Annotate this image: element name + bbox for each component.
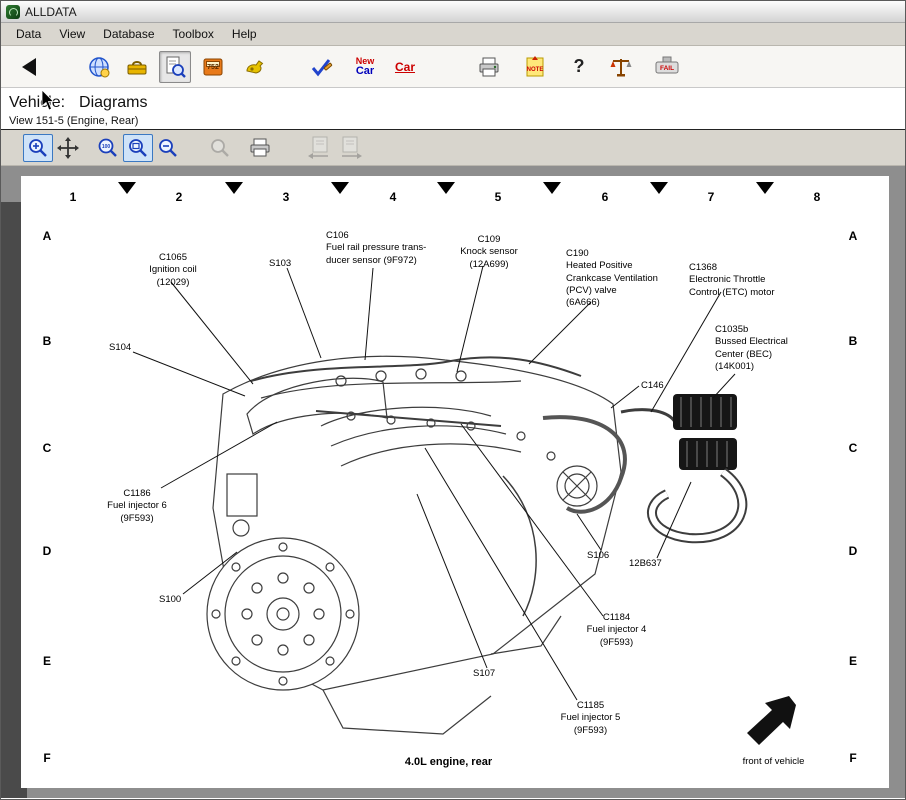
label-s104: S104 <box>109 342 149 354</box>
document-magnifier-icon <box>163 55 187 79</box>
label-c1035b: C1035b Bussed Electrical Center (BEC) (1… <box>715 324 825 373</box>
fail-label: FAIL <box>660 65 674 72</box>
help-button[interactable]: ? <box>563 51 595 83</box>
main-toolbar: 752 New Car Car <box>1 46 905 88</box>
alldata-window: ALLDATA Data View Database Toolbox Help <box>0 0 906 800</box>
printer-icon <box>477 55 501 79</box>
label-s107: S107 <box>473 668 513 680</box>
oil-can-icon <box>243 55 267 79</box>
zoom-window-icon <box>127 137 149 159</box>
label-s106: S106 <box>587 550 627 562</box>
zoom-out-icon <box>157 137 179 159</box>
zoom-window-button[interactable] <box>123 134 153 162</box>
car-button[interactable]: Car <box>389 51 421 83</box>
label-c190: C190 Heated Positive Crankcase Ventilati… <box>566 248 691 310</box>
front-of-vehicle-label: front of vehicle <box>711 756 836 767</box>
car-label: Car <box>395 61 415 73</box>
menu-help[interactable]: Help <box>223 24 266 44</box>
print-diagram-button[interactable] <box>245 134 275 162</box>
notes-editor-button[interactable] <box>305 51 337 83</box>
label-c1185: C1185 Fuel injector 5 (9F593) <box>543 700 638 737</box>
label-c146: C146 <box>641 380 681 392</box>
label-c109: C109 Knock sensor (12A699) <box>449 234 529 271</box>
diagram-page[interactable]: 1 2 3 4 5 6 7 8 A B C D E F A B <box>21 176 889 788</box>
measures-button[interactable] <box>605 51 637 83</box>
next-view-button[interactable] <box>335 134 365 162</box>
print-button[interactable] <box>473 51 505 83</box>
label-c1186: C1186 Fuel injector 6 (9F593) <box>87 488 187 525</box>
globe-icon <box>87 55 111 79</box>
vehicle-select-button[interactable] <box>83 51 115 83</box>
label-12b637: 12B637 <box>629 558 684 570</box>
diagram-viewport[interactable]: 1 2 3 4 5 6 7 8 A B C D E F A B <box>1 166 905 798</box>
menu-toolbox[interactable]: Toolbox <box>164 24 223 44</box>
zoom-toolbar: 100 <box>1 130 905 166</box>
note-label: NOTE <box>527 67 544 73</box>
fluids-button[interactable] <box>239 51 271 83</box>
label-c1184: C1184 Fuel injector 4 (9F593) <box>569 612 664 649</box>
menu-database[interactable]: Database <box>94 24 163 44</box>
printer-small-icon <box>249 137 271 159</box>
calculator-label: 752 <box>207 64 219 71</box>
label-c1065: C1065 Ignition coil (12029) <box>113 252 233 289</box>
zoom-in-button[interactable] <box>23 134 53 162</box>
zoom-in-icon <box>27 137 49 159</box>
diagram-caption: 4.0L engine, rear <box>341 756 556 768</box>
front-of-vehicle-arrow-icon <box>747 696 796 745</box>
calculator-button[interactable]: 752 <box>197 51 229 83</box>
titlebar: ALLDATA <box>1 1 905 23</box>
back-arrow-icon <box>22 58 36 76</box>
back-button[interactable] <box>13 51 45 83</box>
scales-icon <box>609 55 633 79</box>
zoom-100-icon: 100 <box>97 137 119 159</box>
magnifier-disabled-icon <box>209 137 231 159</box>
label-s103: S103 <box>269 258 309 270</box>
zoom-100-button[interactable]: 100 <box>93 134 123 162</box>
label-c106: C106 Fuel rail pressure trans- ducer sen… <box>326 230 451 267</box>
new-car-label-bottom: Car <box>356 66 374 77</box>
zoom-out-button[interactable] <box>153 134 183 162</box>
new-car-icon: New Car <box>356 57 375 77</box>
pencil-check-icon <box>309 55 333 79</box>
menu-view[interactable]: View <box>50 24 94 44</box>
question-mark-icon: ? <box>574 56 585 77</box>
label-c1368: C1368 Electronic Throttle Control (ETC) … <box>689 262 807 299</box>
view-info: View 151-5 (Engine, Rear) <box>9 115 897 127</box>
toolbox-button[interactable] <box>121 51 153 83</box>
new-car-button[interactable]: New Car <box>349 51 381 83</box>
toolbox-icon <box>125 55 149 79</box>
page-header: Vehicle:Diagrams View 151-5 (Engine, Rea… <box>1 88 905 129</box>
page-title: Diagrams <box>79 94 147 111</box>
svg-text:100: 100 <box>102 144 111 150</box>
car-icon: Car <box>395 61 415 73</box>
alldata-logo-icon <box>6 5 20 19</box>
pan-arrows-icon <box>57 137 79 159</box>
search-diagrams-button[interactable] <box>159 51 191 83</box>
mouse-cursor-icon <box>41 90 57 112</box>
tsb-note-button[interactable]: NOTE <box>519 51 551 83</box>
menu-data[interactable]: Data <box>7 24 50 44</box>
zoom-select-button[interactable] <box>205 134 235 162</box>
window-title: ALLDATA <box>25 5 77 19</box>
previous-view-button[interactable] <box>305 134 335 162</box>
pan-button[interactable] <box>53 134 83 162</box>
label-s100: S100 <box>159 594 199 606</box>
pass-fail-button[interactable]: FAIL <box>651 51 683 83</box>
previous-page-icon <box>307 136 333 160</box>
next-page-icon <box>337 136 363 160</box>
menubar: Data View Database Toolbox Help <box>1 23 905 46</box>
